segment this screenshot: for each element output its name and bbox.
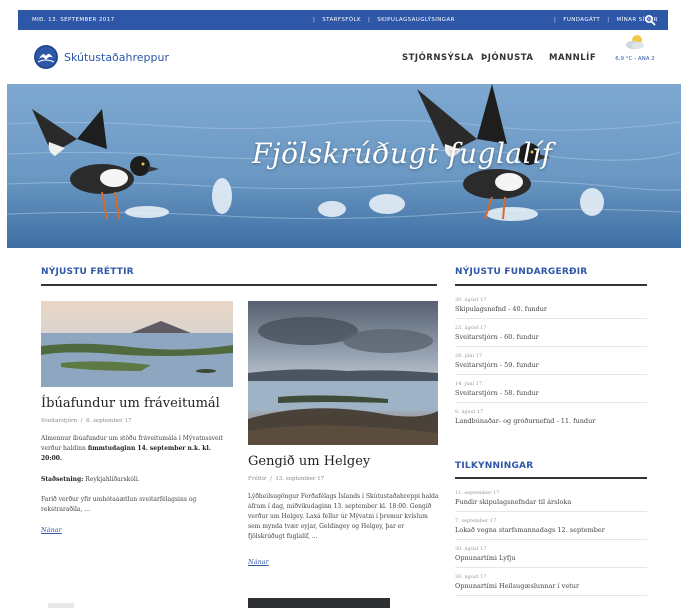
- location-value: Reykjahlíðarskóli.: [83, 476, 140, 483]
- article-1-meta: Sveitarstjórn / 6. september 17: [41, 418, 132, 424]
- separator: |: [554, 17, 557, 23]
- partly-cloudy-icon: [626, 35, 644, 49]
- crest-icon: [34, 45, 58, 69]
- top-links-right: | FUNDAGÁTT | MÍNAR SÍÐUR: [554, 17, 658, 23]
- notices-list: 11. september 17 Fundir skipulagsnefndar…: [455, 484, 647, 596]
- meeting-date: 23. ágúst 17: [455, 325, 487, 331]
- meetings-heading-rule: [455, 284, 647, 286]
- article-2-category[interactable]: Fréttir: [248, 476, 267, 482]
- article-1-paragraph-3: Farið verður yfir umhótaáætlun sveitarfé…: [41, 496, 197, 513]
- meeting-item[interactable]: 8. ágúst 17 Landbúnaðar- og gróðurnefnd …: [455, 403, 647, 430]
- separator: |: [368, 17, 371, 23]
- site-name: Skútustaðahreppur: [64, 50, 170, 64]
- article-2-meta: Fréttir / 13. september 17: [248, 476, 324, 482]
- article-1-paragraph-2: Staðsetning: Reykjahlíðarskóli.: [41, 475, 231, 485]
- meeting-date: 28. júní 17: [455, 353, 483, 359]
- search-icon[interactable]: [644, 14, 656, 26]
- weather-widget: 6,9 °C - ANA 2: [610, 34, 660, 62]
- notice-item[interactable]: 11. september 17 Fundir skipulagsnefndar…: [455, 484, 647, 512]
- notice-title[interactable]: Fundir skipulagsnefndar til ársloka: [455, 498, 647, 506]
- weather-reading: 6,9 °C - ANA 2: [615, 56, 655, 62]
- meeting-date: 30. ágúst 17: [455, 297, 487, 303]
- news-heading-rule: [41, 284, 437, 286]
- hero-title: Fjölskrúðugt fuglalíf: [252, 137, 553, 170]
- meeting-date: 8. ágúst 17: [455, 409, 484, 415]
- notice-date: 30. ágúst 17: [455, 574, 487, 580]
- article-4-image[interactable]: [248, 598, 390, 608]
- notices-heading: TILKYNNINGAR: [455, 461, 534, 471]
- notice-title[interactable]: Lokað vegna starfsmannadags 12. septembe…: [455, 526, 647, 534]
- meeting-title[interactable]: Sveitarstjórn - 60. fundur: [455, 333, 647, 341]
- meeting-item[interactable]: 23. ágúst 17 Sveitarstjórn - 60. fundur: [455, 319, 647, 347]
- notice-item[interactable]: 7. september 17 Lokað vegna starfsmannad…: [455, 512, 647, 540]
- notice-date: 7. september 17: [455, 518, 497, 524]
- site-logo[interactable]: Skútustaðahreppur: [34, 45, 169, 69]
- meeting-title[interactable]: Skipulagsnefnd - 40. fundur: [455, 305, 647, 313]
- nav-administration[interactable]: STJÓRNSÝSLA: [402, 53, 474, 63]
- meta-separator: /: [78, 418, 85, 424]
- article-2-title[interactable]: Gengið um Helgey: [248, 454, 370, 469]
- top-link-planning-notices[interactable]: SKIPULAGSAUGLÝSINGAR: [377, 17, 455, 23]
- notices-heading-rule: [455, 477, 647, 479]
- meetings-heading: NÝJUSTU FUNDARGERÐIR: [455, 267, 588, 277]
- article-2-body: Lýðheilsugöngur Ferðafélags Íslands í Sk…: [248, 493, 439, 540]
- location-label: Staðsetning:: [41, 476, 84, 483]
- article-1-image[interactable]: [41, 301, 233, 387]
- notice-title[interactable]: Opnunartími Lyfju: [455, 554, 647, 562]
- article-3-image[interactable]: [48, 603, 74, 608]
- article-1-title[interactable]: Íbúafundur um fráveitumál: [41, 396, 220, 411]
- top-link-meeting-portal[interactable]: FUNDAGÁTT: [563, 17, 600, 23]
- notice-date: 11. september 17: [455, 490, 500, 496]
- nav-services[interactable]: ÞJÓNUSTA: [481, 53, 534, 63]
- article-1-read-more[interactable]: Nánar: [41, 526, 62, 534]
- separator: |: [313, 17, 316, 23]
- hero-banner: Fjölskrúðugt fuglalíf: [7, 84, 681, 248]
- meeting-item[interactable]: 28. júní 17 Sveitarstjórn - 59. fundur: [455, 347, 647, 375]
- meetings-list: 30. ágúst 17 Skipulagsnefnd - 40. fundur…: [455, 291, 647, 430]
- separator: |: [607, 17, 610, 23]
- nav-community[interactable]: MANNLÍF: [549, 53, 596, 63]
- meeting-date: 14. júní 17: [455, 381, 483, 387]
- meeting-item[interactable]: 14. júní 17 Sveitarstjórn - 58. fundur: [455, 375, 647, 403]
- article-1-author[interactable]: Sveitarstjórn: [41, 418, 77, 424]
- top-links-left: | STARFSFÓLK | SKIPULAGSAUGLÝSINGAR: [313, 17, 455, 23]
- article-1-paragraph-1: Almennur íbúafundur um stöðu fráveitumál…: [41, 434, 231, 464]
- notice-title[interactable]: Opnunartími Heilsugæslunnar í vetur: [455, 582, 647, 590]
- article-1-date: 6. september 17: [86, 418, 132, 424]
- notice-item[interactable]: 30. ágúst 17 Opnunartími Lyfju: [455, 540, 647, 568]
- news-heading: NÝJUSTU FRÉTTIR: [41, 267, 134, 277]
- top-bar: MIÐ. 13. SEPTEMBER 2017 | STARFSFÓLK | S…: [18, 10, 668, 30]
- meeting-title[interactable]: Sveitarstjórn - 59. fundur: [455, 361, 647, 369]
- notice-date: 30. ágúst 17: [455, 546, 487, 552]
- current-date: MIÐ. 13. SEPTEMBER 2017: [32, 17, 115, 23]
- notice-item[interactable]: 30. ágúst 17 Opnunartími Heilsugæslunnar…: [455, 568, 647, 596]
- article-2-date: 13. september 17: [275, 476, 325, 482]
- meeting-title[interactable]: Sveitarstjórn - 58. fundur: [455, 389, 647, 397]
- top-link-staff[interactable]: STARFSFÓLK: [322, 17, 361, 23]
- meeting-item[interactable]: 30. ágúst 17 Skipulagsnefnd - 40. fundur: [455, 291, 647, 319]
- meta-separator: /: [268, 476, 274, 482]
- meeting-title[interactable]: Landbúnaðar- og gróðurnefnd - 11. fundur: [455, 417, 647, 425]
- article-2-image[interactable]: [248, 301, 438, 445]
- article-2-read-more[interactable]: Nánar: [248, 558, 269, 566]
